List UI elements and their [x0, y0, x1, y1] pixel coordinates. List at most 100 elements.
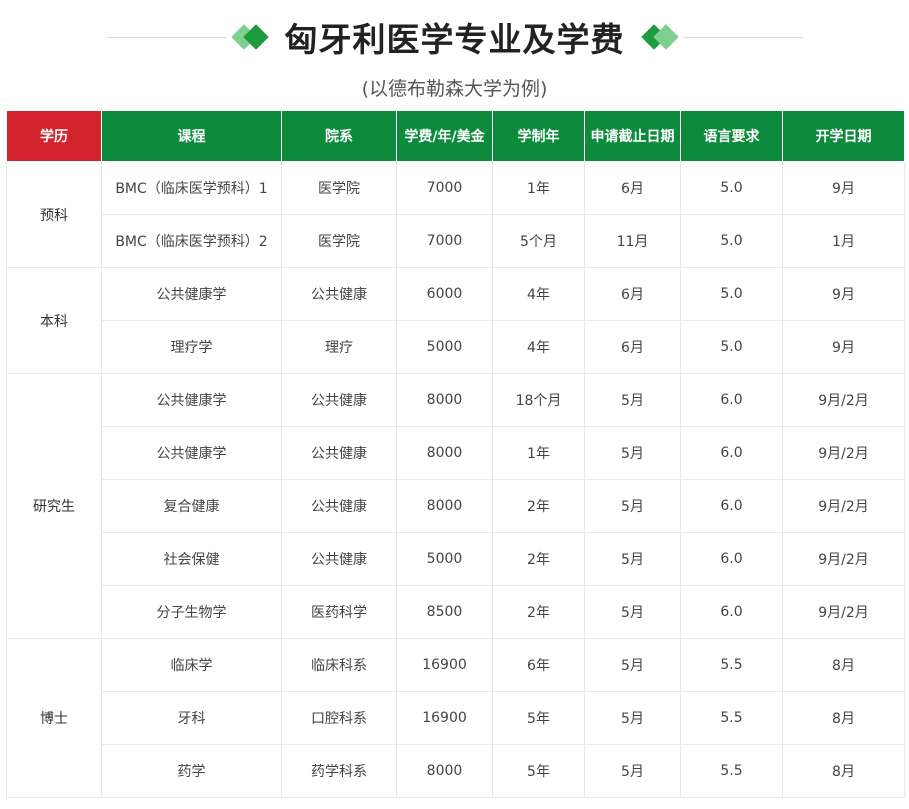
- duration-cell: 4年: [492, 320, 585, 374]
- department-cell: 公共健康: [281, 426, 397, 480]
- level-cell: 预科: [6, 161, 102, 268]
- level-cell: 博士: [6, 638, 102, 798]
- department-cell: 理疗: [281, 320, 397, 374]
- duration-cell: 6年: [492, 638, 585, 692]
- deadline-cell: 5月: [584, 638, 681, 692]
- deadline-cell: 5月: [584, 426, 681, 480]
- level-cell: 本科: [6, 267, 102, 374]
- start-date-cell: 8月: [782, 638, 905, 692]
- duration-cell: 2年: [492, 479, 585, 533]
- course-cell: 社会保健: [101, 532, 282, 586]
- start-date-cell: 9月: [782, 320, 905, 374]
- language-cell: 6.0: [680, 585, 783, 639]
- deadline-cell: 5月: [584, 744, 681, 798]
- start-date-cell: 8月: [782, 691, 905, 745]
- column-header-department: 院系: [281, 110, 397, 162]
- duration-cell: 5个月: [492, 214, 585, 268]
- tuition-cell: 5000: [396, 320, 493, 374]
- table-row: 理疗学 理疗 5000 4年 6月 5.0 9月: [7, 320, 905, 374]
- left-divider-line: [106, 36, 227, 38]
- tuition-cell: 7000: [396, 161, 493, 215]
- table-row: BMC（临床医学预科）2 医学院 7000 5个月 11月 5.0 1月: [7, 214, 905, 268]
- start-date-cell: 9月/2月: [782, 532, 905, 586]
- language-cell: 6.0: [680, 373, 783, 427]
- language-cell: 6.0: [680, 479, 783, 533]
- duration-cell: 1年: [492, 161, 585, 215]
- deadline-cell: 6月: [584, 161, 681, 215]
- duration-cell: 18个月: [492, 373, 585, 427]
- language-cell: 6.0: [680, 426, 783, 480]
- table-row: 牙科 口腔科系 16900 5年 5月 5.5 8月: [7, 691, 905, 745]
- department-cell: 公共健康: [281, 267, 397, 321]
- tuition-cell: 8500: [396, 585, 493, 639]
- table-row: 本科 公共健康学 公共健康 6000 4年 6月 5.0 9月: [6, 267, 905, 374]
- department-cell: 临床科系: [281, 638, 397, 692]
- course-cell: 理疗学: [101, 320, 282, 374]
- duration-cell: 5年: [492, 691, 585, 745]
- start-date-cell: 9月/2月: [782, 585, 905, 639]
- language-cell: 5.0: [680, 320, 783, 374]
- course-cell: 牙科: [101, 691, 282, 745]
- start-date-cell: 8月: [782, 744, 905, 798]
- deadline-cell: 5月: [584, 373, 681, 427]
- table-body: 预科 BMC（临床医学预科）1 医学院 7000 1年 6月 5.0 9月 BMC（临床医学预科…: [6, 161, 905, 798]
- table-row: 复合健康 公共健康 8000 2年 5月 6.0 9月/2月: [7, 479, 905, 533]
- column-header-course: 课程: [101, 110, 282, 162]
- left-diamond-icon: [230, 24, 269, 50]
- department-cell: 医药科学: [281, 585, 397, 639]
- language-cell: 5.0: [680, 267, 783, 321]
- tuition-cell: 5000: [396, 532, 493, 586]
- deadline-cell: 5月: [584, 691, 681, 745]
- course-cell: 临床学: [101, 638, 282, 692]
- start-date-cell: 9月/2月: [782, 479, 905, 533]
- duration-cell: 2年: [492, 532, 585, 586]
- course-cell: 公共健康学: [101, 267, 282, 321]
- tuition-table: 学历 课程 院系 学费/年/美金 学制年 申请截止日期 语言要求 开学日期 预科…: [6, 110, 905, 798]
- table-header-row: 学历 课程 院系 学费/年/美金 学制年 申请截止日期 语言要求 开学日期: [6, 110, 905, 162]
- table-row: 药学 药学科系 8000 5年 5月 5.5 8月: [7, 744, 905, 798]
- deadline-cell: 5月: [584, 585, 681, 639]
- start-date-cell: 9月/2月: [782, 373, 905, 427]
- language-cell: 6.0: [680, 532, 783, 586]
- language-cell: 5.0: [680, 214, 783, 268]
- tuition-cell: 8000: [396, 373, 493, 427]
- start-date-cell: 9月: [782, 161, 905, 215]
- department-cell: 公共健康: [281, 373, 397, 427]
- course-cell: BMC（临床医学预科）2: [101, 214, 282, 268]
- tuition-cell: 8000: [396, 479, 493, 533]
- page-header: 匈牙利医学专业及学费 (以德布勒森大学为例): [0, 0, 909, 110]
- course-cell: 药学: [101, 744, 282, 798]
- language-cell: 5.5: [680, 638, 783, 692]
- department-cell: 医学院: [281, 161, 397, 215]
- table-row: 研究生 公共健康学 公共健康 8000 18个月 5月 6.0 9月/2月: [6, 373, 905, 639]
- course-cell: 公共健康学: [101, 426, 282, 480]
- tuition-cell: 8000: [396, 744, 493, 798]
- tuition-cell: 7000: [396, 214, 493, 268]
- department-cell: 公共健康: [281, 479, 397, 533]
- department-cell: 医学院: [281, 214, 397, 268]
- department-cell: 公共健康: [281, 532, 397, 586]
- deadline-cell: 5月: [584, 479, 681, 533]
- column-header-tuition: 学费/年/美金: [396, 110, 493, 162]
- start-date-cell: 1月: [782, 214, 905, 268]
- column-header-duration: 学制年: [492, 110, 585, 162]
- department-cell: 口腔科系: [281, 691, 397, 745]
- start-date-cell: 9月/2月: [782, 426, 905, 480]
- column-header-start-date: 开学日期: [782, 110, 905, 162]
- right-diamond-icon: [640, 24, 679, 50]
- course-cell: 复合健康: [101, 479, 282, 533]
- table-row: 预科 BMC（临床医学预科）1 医学院 7000 1年 6月 5.0 9月: [6, 161, 905, 268]
- column-header-level: 学历: [6, 110, 102, 162]
- table-row: 博士 临床学 临床科系 16900 6年 5月 5.5 8月: [6, 638, 905, 798]
- tuition-cell: 8000: [396, 426, 493, 480]
- tuition-cell: 16900: [396, 638, 493, 692]
- deadline-cell: 6月: [584, 320, 681, 374]
- page-subtitle: (以德布勒森大学为例): [361, 78, 548, 100]
- deadline-cell: 5月: [584, 532, 681, 586]
- tuition-cell: 6000: [396, 267, 493, 321]
- title-row: 匈牙利医学专业及学费: [0, 12, 909, 62]
- level-cell: 研究生: [6, 373, 102, 639]
- deadline-cell: 11月: [584, 214, 681, 268]
- column-header-language: 语言要求: [680, 110, 783, 162]
- table-row: 分子生物学 医药科学 8500 2年 5月 6.0 9月/2月: [7, 585, 905, 639]
